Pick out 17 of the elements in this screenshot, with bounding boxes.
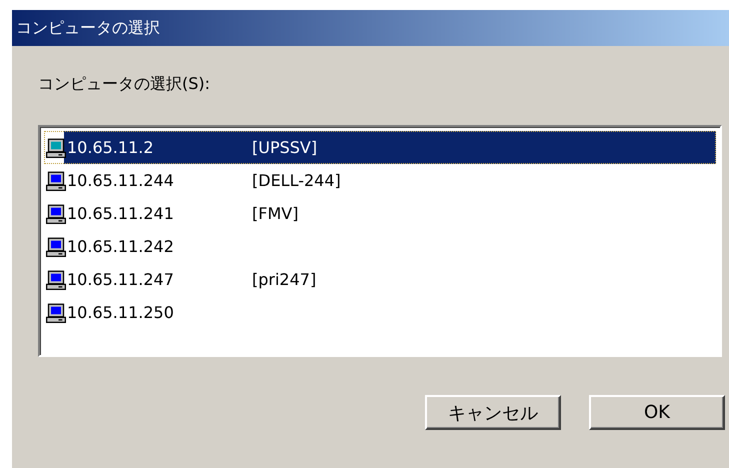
window-title: コンピュータの選択: [16, 18, 160, 38]
computer-icon: [46, 302, 66, 322]
computer-icon: [46, 204, 66, 224]
computer-item[interactable]: 10.65.11.250: [44, 296, 716, 329]
computer-item[interactable]: 10.65.11.242: [44, 230, 716, 263]
ok-button[interactable]: OK: [589, 395, 725, 430]
computer-item[interactable]: 10.65.11.244 [DELL-244]: [44, 164, 716, 197]
computer-icon: [46, 270, 66, 290]
computer-item[interactable]: 10.65.11.241 [FMV]: [44, 197, 716, 230]
computer-icon: [46, 170, 66, 190]
computer-item[interactable]: 10.65.11.247 [pri247]: [44, 263, 716, 296]
computer-list[interactable]: 10.65.11.2 [UPSSV] 10.65.11.244 [DELL-244] 10.65.11.241 [FMV] 10.65.11.242 10.65.11.247 [pri247] 10.65.11.250: [38, 125, 722, 357]
computer-icon: [46, 138, 66, 158]
list-label: コンピュータの選択(S):: [38, 74, 212, 95]
cancel-button[interactable]: キャンセル: [425, 395, 561, 430]
computer-icon: [46, 236, 66, 256]
computer-item[interactable]: 10.65.11.2 [UPSSV]: [44, 131, 716, 164]
